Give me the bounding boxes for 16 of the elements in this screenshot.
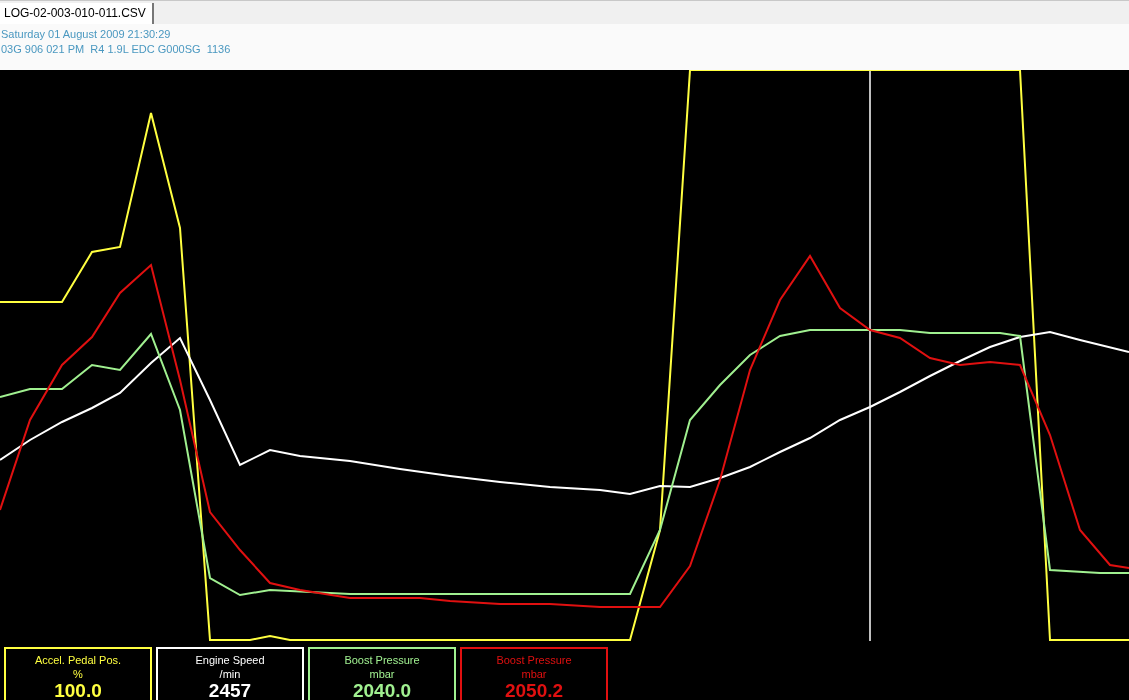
channel-name: Boost Pressure [343, 653, 421, 667]
channel-unit: mbar [368, 667, 396, 681]
log-date: Saturday 01 August 2009 21:30:29 [1, 27, 172, 42]
channel-value: 2050.2 [503, 681, 565, 700]
channel-unit: % [72, 667, 84, 681]
channel-name: Boost Pressure [495, 653, 573, 667]
ecu-info: 03G 906 021 PM R4 1.9L EDC G000SG 1136 [1, 42, 232, 57]
channel-unit: /min [218, 667, 242, 681]
channel-value: 2457 [207, 681, 253, 700]
channel-value: 2040.0 [351, 681, 413, 700]
channel-name: Accel. Pedal Pos. [33, 653, 123, 667]
channel-name: Engine Speed [194, 653, 266, 667]
channel-unit: mbar [520, 667, 548, 681]
file-tab[interactable]: LOG-02-003-010-011.CSV [0, 3, 154, 24]
cursor-line[interactable] [869, 70, 871, 642]
channel-value: 100.0 [53, 681, 103, 700]
